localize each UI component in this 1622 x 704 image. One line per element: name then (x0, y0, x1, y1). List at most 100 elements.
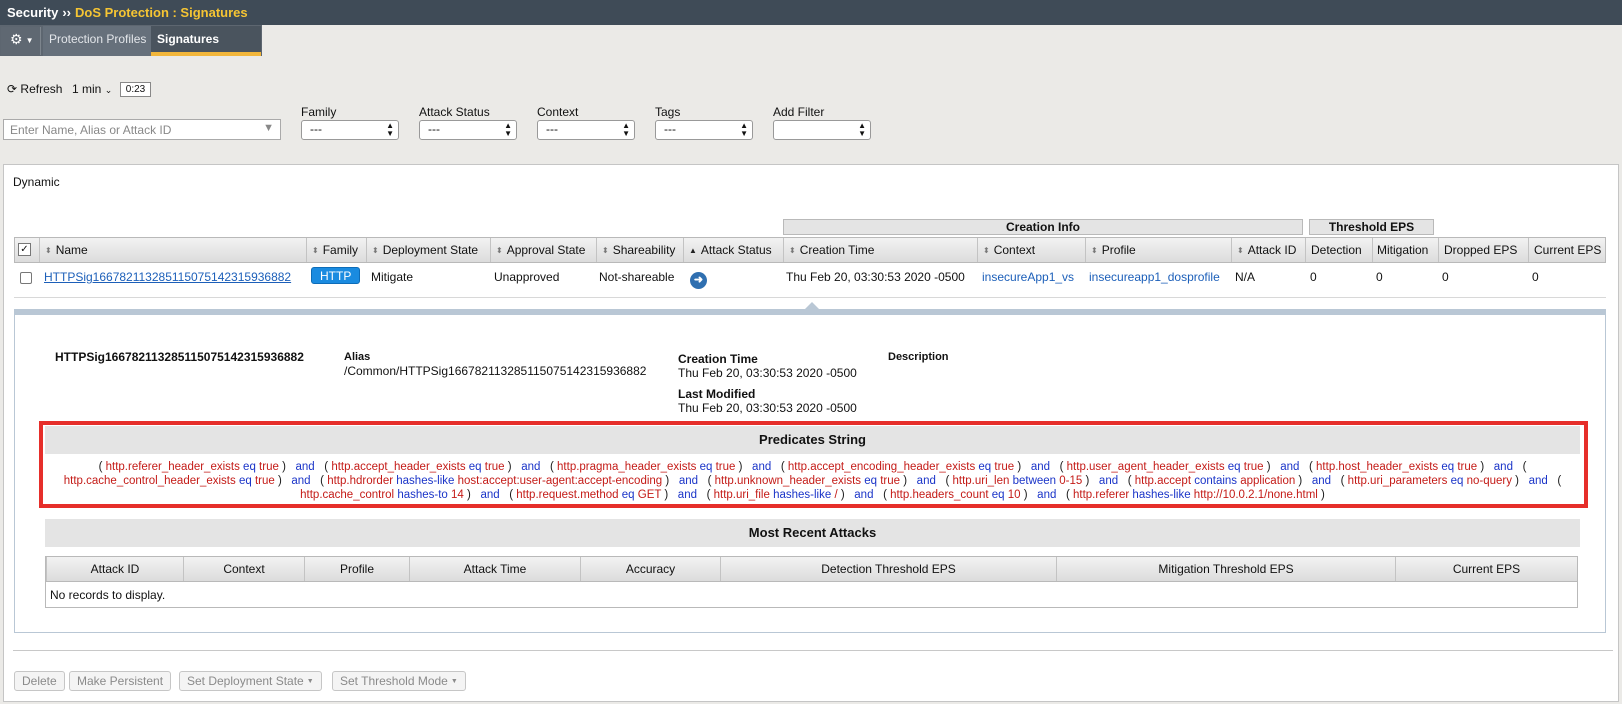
refresh-interval-value: 1 min (72, 82, 102, 96)
predicate-conjunction: and (745, 461, 778, 473)
predicate-value: / (834, 489, 838, 501)
predicate-conjunction: and (671, 489, 704, 501)
column-header-attack-status[interactable]: ▲ Attack Status (683, 238, 783, 262)
column-header-current-eps[interactable]: Current EPS (1528, 238, 1606, 262)
refresh-label: Refresh (20, 82, 63, 96)
context-link[interactable]: insecureApp1_vs (982, 270, 1074, 284)
predicate-field: http.referer_header_exists (105, 461, 240, 473)
column-header-shareability[interactable]: ⬍ Shareability (596, 238, 683, 262)
predicate-conjunction: and (910, 475, 943, 487)
profile-link[interactable]: insecureapp1_dosprofile (1089, 270, 1220, 284)
predicate-operator: between (1009, 475, 1060, 487)
refresh-button[interactable]: ⟳ Refresh (7, 82, 62, 96)
sort-icon: ⬍ (602, 246, 609, 255)
column-header-creation-time[interactable]: ⬍ Creation Time (783, 238, 977, 262)
sort-icon: ⬍ (496, 246, 503, 255)
add-filter-select[interactable]: ▲ ▼ (773, 120, 871, 140)
column-header-name[interactable]: ⬍ Name (39, 238, 306, 262)
add-filter-label: Add Filter (773, 105, 825, 119)
select-all-checkbox[interactable]: ✓ (18, 243, 31, 256)
settings-menu-button[interactable]: ⚙ ▼ (1, 27, 41, 55)
delete-button[interactable]: Delete (14, 671, 65, 691)
predicate-field: http.host_header_exists (1316, 461, 1439, 473)
predicate-field: http.unknown_header_exists (714, 475, 862, 487)
predicate-field: http.referer (1072, 489, 1130, 501)
filter-family-value: --- (310, 122, 322, 136)
predicate-conjunction: and (1030, 489, 1063, 501)
gear-icon: ⚙ (10, 31, 23, 47)
page-title: DoS Protection : Signatures (74, 5, 248, 20)
predicate-field: http.headers_count (890, 489, 989, 501)
predicate-operator: hashes-like (769, 489, 835, 501)
select-arrows-icon: ▲ ▼ (858, 121, 866, 138)
column-group-threshold-eps: Threshold EPS (1309, 219, 1434, 235)
tab-protection-profiles[interactable]: Protection Profiles (43, 26, 153, 56)
chevron-down-icon: ▼ (450, 678, 458, 685)
column-header-dropped-eps[interactable]: Dropped EPS (1438, 238, 1528, 262)
predicate: ( http.user_agent_header_exists eq true … (1059, 461, 1271, 473)
shareability-value: Not-shareable (599, 270, 675, 284)
recent-col-attack-time: Attack Time (409, 557, 580, 581)
predicate-operator: eq (465, 461, 485, 473)
predicate: ( http.pragma_header_exists eq true ) (550, 461, 743, 473)
set-threshold-mode-button[interactable]: Set Threshold Mode ▼ (332, 671, 466, 691)
description-label: Description (888, 351, 949, 363)
filter-attack-status-select[interactable]: --- ▲ ▼ (419, 120, 517, 140)
last-modified-label: Last Modified (678, 387, 756, 401)
filter-icon[interactable]: ▼ (263, 122, 274, 134)
column-header-detection[interactable]: Detection (1305, 238, 1372, 262)
recent-col-mitigation-threshold: Mitigation Threshold EPS (1056, 557, 1395, 581)
filter-tags-select[interactable]: --- ▲ ▼ (655, 120, 753, 140)
column-header-family[interactable]: ⬍ Family (306, 238, 366, 262)
column-header-mitigation[interactable]: Mitigation (1372, 238, 1438, 262)
filter-attack-status-value: --- (428, 122, 440, 136)
column-header-context[interactable]: ⬍ Context (977, 238, 1085, 262)
signature-name-link[interactable]: HTTPSig16678211328511507514231593688​2 (44, 270, 291, 284)
filter-family-label: Family (301, 105, 337, 119)
predicate-value: 0-15 (1059, 475, 1083, 487)
predicate-operator: eq (696, 461, 716, 473)
arrow-right-circle-icon[interactable]: ➜ (690, 272, 707, 289)
column-header-attack-id[interactable]: ⬍ Attack ID (1231, 238, 1305, 262)
set-deployment-state-button[interactable]: Set Deployment State ▼ (179, 671, 322, 691)
predicate-conjunction: and (1522, 475, 1555, 487)
predicate-operator: eq (235, 475, 255, 487)
detail-signature-name: HTTPSig16678211328511507514231593688​2 (55, 350, 304, 364)
predicate: ( http.request.method eq GET ) (509, 489, 669, 501)
creation-time-value: Thu Feb 20, 03:30:53 2020 -0500 (786, 270, 965, 284)
most-recent-attacks-header: Most Recent Attacks (45, 519, 1580, 547)
row-checkbox[interactable] (20, 272, 32, 284)
predicate-conjunction: and (1024, 461, 1057, 473)
search-input[interactable] (10, 123, 250, 137)
column-header-approval-state[interactable]: ⬍ Approval State (490, 238, 596, 262)
refresh-timer: 0:23 (120, 82, 151, 97)
last-modified-value: Thu Feb 20, 03:30:53 2020 -0500 (678, 401, 857, 415)
attack-id-value: N/A (1235, 270, 1256, 284)
predicate-operator: hashes-like (393, 475, 458, 487)
panel-title: Dynamic (13, 175, 60, 189)
predicate-value: true (484, 461, 505, 473)
refresh-interval-dropdown[interactable]: 1 min ⌄ (72, 82, 112, 96)
chevron-down-icon: ⌄ (104, 85, 113, 95)
sort-icon: ⬍ (983, 246, 990, 255)
predicate-value: host:accept:user-agent:accept-encoding (457, 475, 663, 487)
filter-family-select[interactable]: --- ▲ ▼ (301, 120, 399, 140)
make-persistent-button[interactable]: Make Persistent (69, 671, 172, 691)
predicate-conjunction: and (285, 475, 317, 487)
current-eps-value: 0 (1532, 270, 1539, 284)
breadcrumb-root[interactable]: Security (7, 5, 58, 20)
column-header-deployment-state[interactable]: ⬍ Deployment State (366, 238, 490, 262)
predicate-conjunction: and (1273, 461, 1306, 473)
column-header-profile[interactable]: ⬍ Profile (1085, 238, 1231, 262)
select-arrows-icon: ▲ ▼ (504, 121, 512, 138)
detection-value: 0 (1310, 270, 1317, 284)
predicate-field: http.user_agent_header_exists (1066, 461, 1225, 473)
dropped-eps-value: 0 (1442, 270, 1449, 284)
predicate-field: http.uri_file (713, 489, 770, 501)
search-field[interactable]: ▼ (3, 119, 281, 140)
predicate-conjunction: and (514, 461, 547, 473)
filter-context-select[interactable]: --- ▲ ▼ (537, 120, 635, 140)
tab-signatures[interactable]: Signatures (151, 26, 261, 56)
sort-icon: ⬍ (1237, 246, 1244, 255)
recent-col-profile: Profile (304, 557, 409, 581)
